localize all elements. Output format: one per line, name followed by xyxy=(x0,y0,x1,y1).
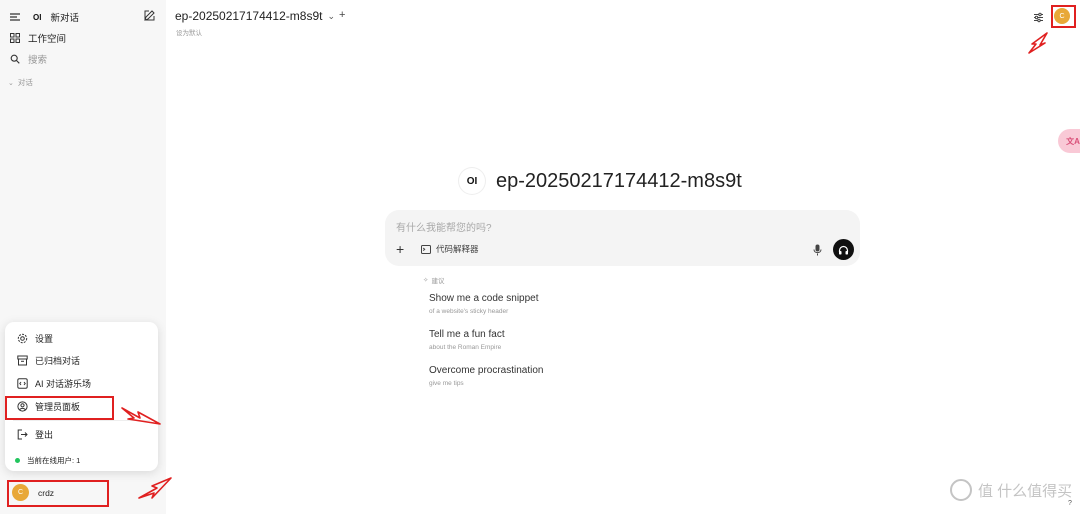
voice-mode-button[interactable] xyxy=(833,239,854,260)
code-interpreter-toggle[interactable]: 代码解释器 xyxy=(421,243,479,255)
menu-item-settings[interactable]: 设置 xyxy=(15,331,53,345)
edit-icon xyxy=(144,10,155,21)
gear-icon xyxy=(15,331,29,345)
menu-item-label: 登出 xyxy=(35,429,54,440)
voice-input-button[interactable] xyxy=(813,243,822,261)
sidebar-item-workspace[interactable]: 工作空间 xyxy=(8,31,66,45)
prompt-box: 有什么我能帮您的吗? + 代码解释器 xyxy=(385,210,860,266)
suggestions-label: 建议 xyxy=(431,278,445,285)
chats-section-toggle[interactable]: ⌄ 对话 xyxy=(8,77,33,88)
code-interpreter-label: 代码解释器 xyxy=(436,244,479,254)
microphone-icon xyxy=(813,244,822,256)
menu-divider xyxy=(13,420,150,421)
model-logo: OI xyxy=(459,168,485,194)
suggestion-title: Overcome procrastination xyxy=(429,365,544,376)
suggestion-item[interactable]: Show me a code snippet of a website's st… xyxy=(429,293,629,323)
menu-icon xyxy=(10,13,20,21)
help-button[interactable]: ? xyxy=(1068,500,1072,507)
suggestion-title: Show me a code snippet xyxy=(429,293,539,304)
highlight-box-user-profile xyxy=(7,480,109,507)
sparkle-icon: ✧ xyxy=(423,277,429,284)
sidebar-toggle-button[interactable] xyxy=(9,10,23,24)
chevron-down-icon: ⌄ xyxy=(8,79,14,87)
menu-item-label: 设置 xyxy=(35,333,54,344)
logout-icon xyxy=(15,427,29,441)
sidebar-item-label: 工作空间 xyxy=(28,34,67,45)
search-placeholder: 搜索 xyxy=(28,55,48,66)
online-dot-icon xyxy=(15,458,20,463)
suggestion-subtitle: give me tips xyxy=(429,380,464,387)
app-root: OI 新对话 工作空间 搜索 ⌄ 对话 设置 已归档对话 AI 对话游乐场 管理… xyxy=(0,0,1080,514)
main-area: ep-20250217174412-m8s9t ⌄ + 设为默认 C 文A OI… xyxy=(166,0,1080,514)
headphones-icon xyxy=(838,245,849,254)
suggestion-item[interactable]: Overcome procrastination give me tips xyxy=(429,365,629,395)
highlight-box-admin-panel xyxy=(5,396,114,420)
sliders-icon xyxy=(1034,12,1043,23)
code-icon xyxy=(15,376,29,390)
watermark-text: 值 什么值得买 xyxy=(978,482,1073,500)
search-icon xyxy=(8,52,22,66)
suggestions-header: ✧ 建议 xyxy=(423,275,444,285)
menu-item-logout[interactable]: 登出 xyxy=(15,427,53,441)
model-selector[interactable]: ep-20250217174412-m8s9t ⌄ xyxy=(175,9,335,23)
attach-button[interactable]: + xyxy=(396,241,404,257)
suggestion-title: Tell me a fun fact xyxy=(429,329,505,340)
top-avatar-button[interactable]: C xyxy=(1054,8,1070,24)
terminal-icon xyxy=(421,244,431,254)
menu-item-label: 已归档对话 xyxy=(35,355,81,366)
suggestion-subtitle: of a website's sticky header xyxy=(429,308,509,315)
new-chat-label: 新对话 xyxy=(50,13,79,24)
watermark: 值 什么值得买 xyxy=(950,479,1072,501)
menu-item-label: AI 对话游乐场 xyxy=(35,378,92,389)
add-model-button[interactable]: + xyxy=(339,9,345,21)
menu-item-archived-chats[interactable]: 已归档对话 xyxy=(15,353,80,367)
plus-icon: + xyxy=(396,241,405,257)
controls-button[interactable] xyxy=(1033,10,1047,24)
sidebar: OI 新对话 工作空间 搜索 ⌄ 对话 设置 已归档对话 AI 对话游乐场 管理… xyxy=(0,0,166,514)
grid-icon xyxy=(8,31,22,45)
prompt-input[interactable]: 有什么我能帮您的吗? xyxy=(396,219,492,234)
chats-section-label: 对话 xyxy=(17,78,33,87)
suggestion-item[interactable]: Tell me a fun fact about the Roman Empir… xyxy=(429,329,629,359)
online-users-status: 当前在线用户: 1 xyxy=(15,455,80,466)
set-default-link[interactable]: 设为默认 xyxy=(176,27,202,37)
translate-icon: 文A xyxy=(1066,136,1080,146)
model-name: ep-20250217174412-m8s9t xyxy=(175,9,323,23)
translate-floating-button[interactable]: 文A xyxy=(1058,129,1080,153)
search-input[interactable]: 搜索 xyxy=(8,52,47,66)
online-users-label: 当前在线用户: 1 xyxy=(27,456,81,465)
suggestion-subtitle: about the Roman Empire xyxy=(429,344,502,351)
menu-item-playground[interactable]: AI 对话游乐场 xyxy=(15,376,91,390)
new-chat-button[interactable]: OI 新对话 xyxy=(33,9,158,25)
chevron-down-icon: ⌄ xyxy=(327,10,335,21)
model-title: ep-20250217174412-m8s9t xyxy=(496,169,742,192)
model-title-row: OI ep-20250217174412-m8s9t xyxy=(459,168,742,194)
archive-icon xyxy=(15,353,29,367)
app-logo: OI xyxy=(33,12,42,22)
compose-button[interactable] xyxy=(143,9,157,23)
watermark-logo-icon xyxy=(950,479,972,501)
